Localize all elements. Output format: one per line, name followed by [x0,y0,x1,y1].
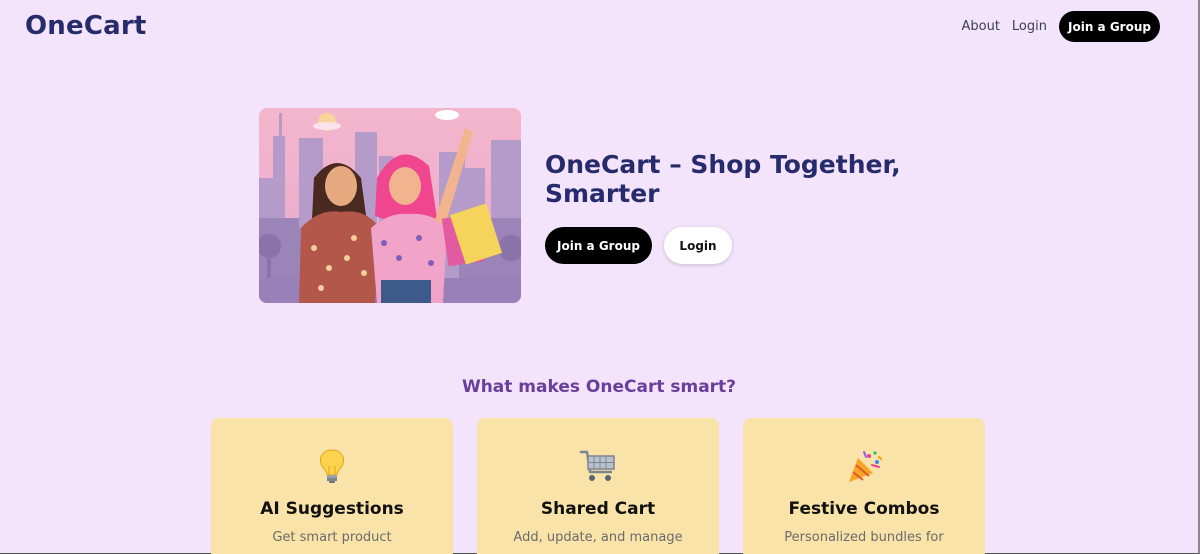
logo[interactable]: OneCart [25,11,147,41]
feature-title: AI Suggestions [260,499,404,519]
hero-join-group-button[interactable]: Join a Group [545,227,652,264]
party-popper-icon [743,448,985,488]
feature-card-shared-cart: Shared Cart Add, update, and manage [477,418,719,554]
shopping-cart-icon [477,448,719,488]
feature-card-festive-combos: Festive Combos Personalized bundles for [743,418,985,554]
feature-title: Shared Cart [540,499,656,519]
nav-about-link[interactable]: About [961,19,999,34]
features-heading: What makes OneCart smart? [461,377,737,397]
lightbulb-icon [211,448,453,488]
feature-description: Personalized bundles for [784,530,944,545]
hero-login-button[interactable]: Login [664,227,732,264]
feature-description: Add, update, and manage [513,530,683,545]
hero-title: OneCart – Shop Together, Smarter [545,150,901,208]
hero-illustration [259,108,521,303]
feature-cards: AI Suggestions Get smart product Shared … [211,418,1009,554]
feature-title: Festive Combos [788,499,940,519]
nav-join-group-button[interactable]: Join a Group [1059,11,1160,42]
feature-card-ai-suggestions: AI Suggestions Get smart product [211,418,453,554]
feature-description: Get smart product [272,530,392,545]
nav-login-link[interactable]: Login [1012,19,1047,34]
top-nav: About Login Join a Group [961,11,1172,42]
hero-actions: Join a Group Login [545,227,732,264]
